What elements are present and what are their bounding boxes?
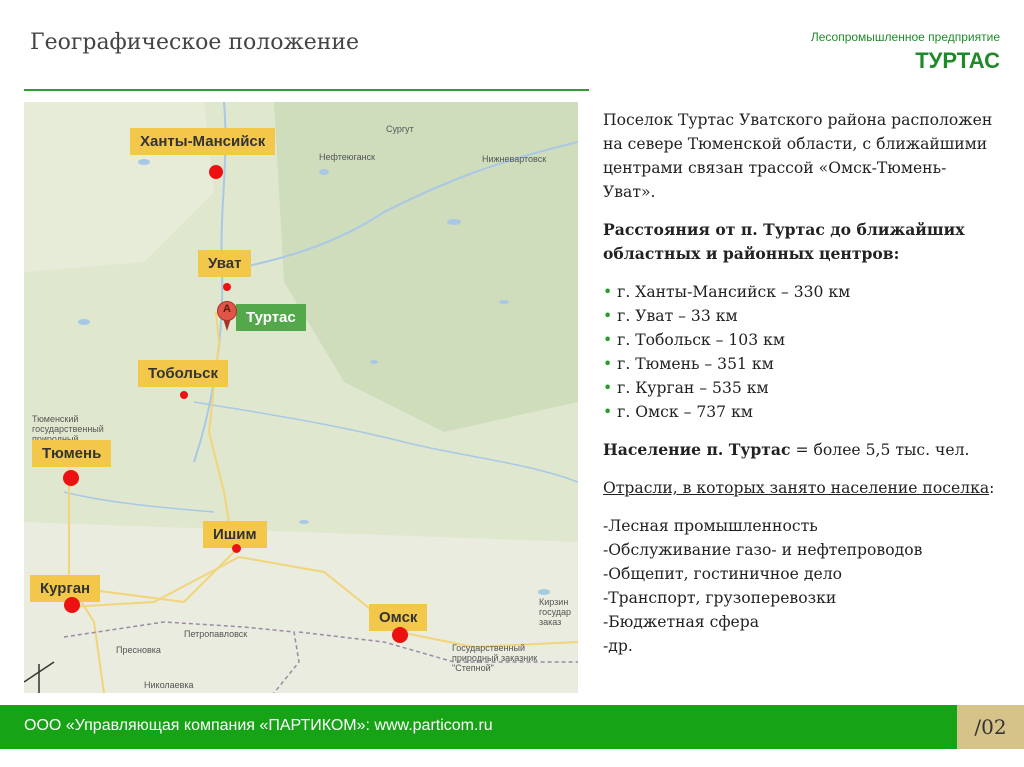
- city-label-tobolsk: Тобольск: [138, 360, 229, 387]
- city-label-kurgan: Курган: [30, 575, 101, 602]
- footer-company-text: ООО «Управляющая компания «ПАРТИКОМ»: ww…: [24, 717, 493, 734]
- location-pin-icon[interactable]: A: [217, 301, 237, 331]
- city-label-turtas: Туртас: [236, 304, 306, 331]
- map-label-nizhnevartovsk: Нижневартовск: [482, 154, 547, 164]
- page-number-box: /02: [957, 705, 1024, 749]
- industry-item: -Бюджетная сфера: [603, 613, 760, 631]
- industry-item: -Транспорт, грузоперевозки: [603, 589, 837, 607]
- company-subtitle: Лесопромышленное предприятие: [810, 30, 1000, 44]
- city-dot-khanty-mansiysk: [209, 165, 223, 179]
- city-label-uvat: Уват: [198, 250, 252, 277]
- city-dot-tyumen: [63, 470, 79, 486]
- intro-text: Поселок Туртас Уватского района располож…: [603, 111, 993, 201]
- pin-letter: A: [223, 303, 231, 315]
- distance-item: • г. Ханты-Мансийск – 330 км: [603, 283, 851, 301]
- footer-bar: ООО «Управляющая компания «ПАРТИКОМ»: ww…: [0, 705, 957, 749]
- city-dot-uvat: [223, 283, 231, 291]
- city-dot-omsk: [392, 627, 408, 643]
- company-name: ТУРТАС: [915, 48, 1000, 73]
- distance-item: • г. Тобольск – 103 км: [603, 331, 785, 349]
- industry-item: -Лесная промышленность: [603, 517, 818, 535]
- map-label-stepnoy: Государственный природный заказник "Степ…: [452, 643, 538, 673]
- distances-heading: Расстояния от п. Туртас до ближайших обл…: [603, 220, 965, 263]
- map-label-presnovka: Пресновка: [116, 645, 161, 655]
- map-label-nikolaevka: Николаевка: [144, 680, 194, 690]
- distance-item: • г. Курган – 535 км: [603, 379, 769, 397]
- map-label-petropavlovsk: Петропавловск: [184, 629, 248, 639]
- city-dot-ishim: [232, 544, 241, 553]
- bullet-icon: •: [603, 307, 618, 325]
- population-value: = более 5,5 тыс. чел.: [790, 441, 970, 459]
- population-label: Население п. Туртас: [603, 440, 791, 459]
- city-dot-kurgan: [64, 597, 80, 613]
- region-map[interactable]: Сургут Нефтеюганск Нижневартовск Тюменск…: [24, 102, 578, 693]
- industry-item: -др.: [603, 637, 633, 655]
- distance-item: • г. Тюмень – 351 км: [603, 355, 774, 373]
- population-line: Население п. Туртас = более 5,5 тыс. чел…: [603, 438, 998, 462]
- distance-item: • г. Омск – 737 км: [603, 403, 753, 421]
- map-label-surgut: Сургут: [386, 124, 414, 134]
- map-label-kirzin: Кирзин государ заказ: [539, 597, 572, 627]
- title-underline: [24, 89, 589, 91]
- bullet-icon: •: [603, 379, 618, 397]
- page-title: Географическое положение: [30, 30, 360, 55]
- industry-item: -Общепит, гостиничное дело: [603, 565, 842, 583]
- industry-item: -Обслуживание газо- и нефтепроводов: [603, 541, 923, 559]
- map-label-nefteyugansk: Нефтеюганск: [319, 152, 375, 162]
- bullet-icon: •: [603, 403, 618, 421]
- map-terrain: [24, 102, 578, 693]
- bullet-icon: •: [603, 331, 618, 349]
- bullet-icon: •: [603, 283, 618, 301]
- industries-heading: Отрасли, в которых занято население посе…: [603, 479, 995, 497]
- city-label-tyumen: Тюмень: [32, 440, 112, 467]
- city-dot-tobolsk: [180, 391, 188, 399]
- description-panel: Поселок Туртас Уватского района располож…: [603, 108, 998, 658]
- bottom-margin: [0, 749, 1024, 767]
- distance-item: • г. Уват – 33 км: [603, 307, 738, 325]
- bullet-icon: •: [603, 355, 618, 373]
- page-number: /02: [974, 715, 1007, 739]
- city-label-khanty-mansiysk: Ханты-Мансийск: [130, 128, 276, 155]
